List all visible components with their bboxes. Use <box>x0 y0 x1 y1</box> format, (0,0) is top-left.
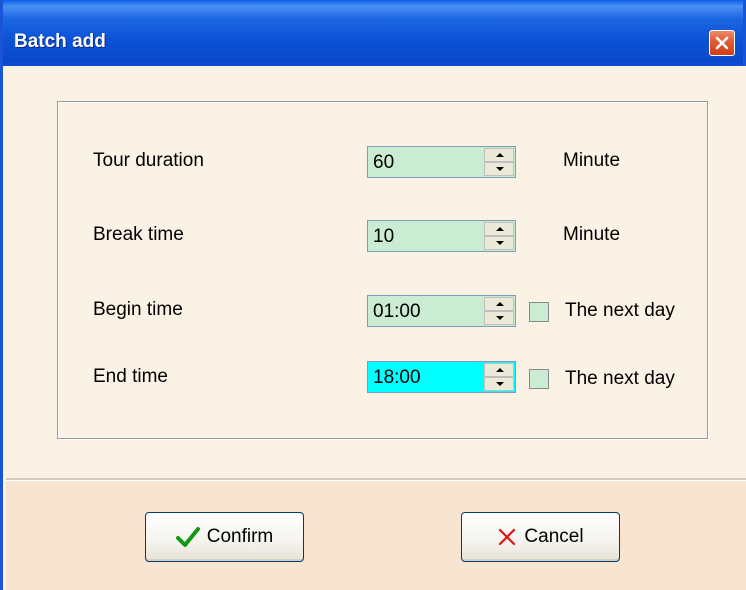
arrow-up-icon <box>496 368 504 372</box>
x-mark-icon <box>499 528 516 546</box>
end-time-label: End time <box>93 366 168 387</box>
break-time-unit: Minute <box>563 224 621 245</box>
arrow-down-icon <box>496 316 504 320</box>
arrow-up-icon <box>496 302 504 306</box>
end-time-spin-buttons[interactable] <box>484 363 514 391</box>
end-time-value[interactable]: 18:00 <box>373 367 421 389</box>
close-icon <box>715 36 729 50</box>
title-bar[interactable]: Batch add <box>3 0 743 66</box>
batch-add-dialog: Batch add Tour duration 60 Minute Break … <box>0 0 746 590</box>
arrow-up-icon <box>496 227 504 231</box>
break-time-spinbox[interactable]: 10 <box>367 220 516 252</box>
tour-duration-label: Tour duration <box>93 150 204 171</box>
begin-time-next-day-checkbox[interactable] <box>529 302 549 322</box>
button-bar <box>6 481 746 590</box>
tour-duration-unit: Minute <box>563 150 621 171</box>
begin-time-spinbox[interactable]: 01:00 <box>367 295 516 327</box>
arrow-down-icon <box>496 167 504 171</box>
begin-time-spin-buttons[interactable] <box>484 297 514 325</box>
break-time-decrement[interactable] <box>484 236 514 250</box>
begin-time-decrement[interactable] <box>484 311 514 325</box>
break-time-value[interactable]: 10 <box>373 226 394 248</box>
cancel-button[interactable]: Cancel <box>461 512 620 562</box>
confirm-button-label: Confirm <box>206 526 274 547</box>
checkmark-icon <box>175 527 200 547</box>
end-time-spinbox[interactable]: 18:00 <box>367 361 516 393</box>
end-time-next-day-label[interactable]: The next day <box>565 368 675 390</box>
tour-duration-decrement[interactable] <box>484 162 514 176</box>
tour-duration-spin-buttons[interactable] <box>484 148 514 176</box>
begin-time-label: Begin time <box>93 299 183 320</box>
end-time-increment[interactable] <box>484 363 514 377</box>
arrow-down-icon <box>496 241 504 245</box>
tour-duration-value[interactable]: 60 <box>373 152 394 174</box>
begin-time-next-day-label[interactable]: The next day <box>565 300 675 322</box>
tour-duration-spinbox[interactable]: 60 <box>367 146 516 178</box>
break-time-spin-buttons[interactable] <box>484 222 514 250</box>
close-button[interactable] <box>709 30 735 56</box>
end-time-next-day-checkbox[interactable] <box>529 369 549 389</box>
arrow-down-icon <box>496 382 504 386</box>
arrow-up-icon <box>496 153 504 157</box>
begin-time-value[interactable]: 01:00 <box>373 301 421 323</box>
confirm-button[interactable]: Confirm <box>145 512 304 562</box>
end-time-decrement[interactable] <box>484 377 514 391</box>
break-time-label: Break time <box>93 224 184 245</box>
window-title: Batch add <box>14 31 106 52</box>
tour-duration-increment[interactable] <box>484 148 514 162</box>
begin-time-increment[interactable] <box>484 297 514 311</box>
break-time-increment[interactable] <box>484 222 514 236</box>
cancel-button-label: Cancel <box>524 526 584 547</box>
